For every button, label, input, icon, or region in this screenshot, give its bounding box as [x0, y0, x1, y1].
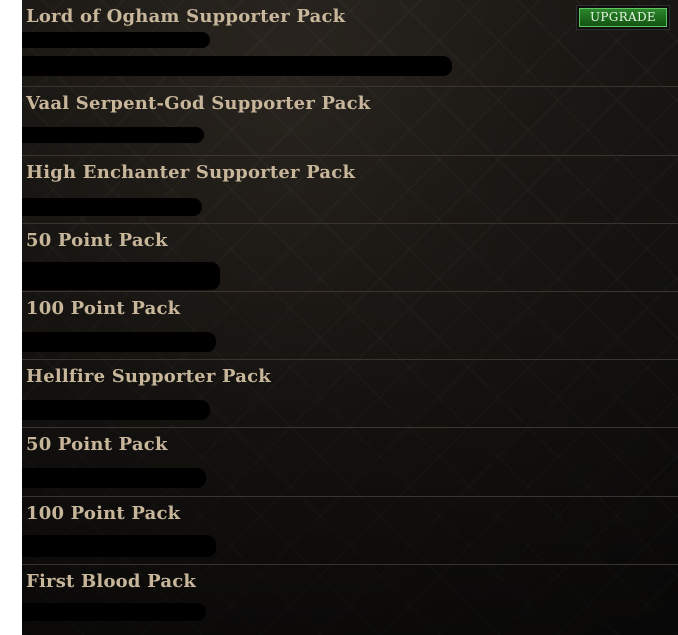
upgrade-button[interactable]: UPGRADE	[577, 6, 669, 29]
redaction-mark	[22, 603, 206, 621]
pack-title: First Blood Pack	[26, 571, 197, 592]
pack-row: 100 Point Pack	[22, 292, 678, 360]
redaction-mark	[22, 198, 202, 216]
pack-row: Lord of Ogham Supporter Pack UPGRADE	[22, 0, 678, 87]
pack-title: 100 Point Pack	[26, 503, 181, 524]
redaction-mark	[22, 127, 204, 143]
redaction-mark	[22, 535, 216, 557]
pack-title: Hellfire Supporter Pack	[26, 366, 271, 387]
redaction-mark	[22, 332, 216, 352]
pack-title: High Enchanter Supporter Pack	[26, 162, 356, 183]
purchased-packs-list: Lord of Ogham Supporter Pack UPGRADE Vaa…	[22, 0, 678, 635]
pack-row: 50 Point Pack	[22, 428, 678, 497]
redaction-mark	[22, 56, 452, 76]
pack-row: Vaal Serpent-God Supporter Pack	[22, 87, 678, 156]
pack-title: Vaal Serpent-God Supporter Pack	[26, 93, 371, 114]
pack-row: 50 Point Pack	[22, 224, 678, 292]
pack-title: 100 Point Pack	[26, 298, 181, 319]
pack-row: Hellfire Supporter Pack	[22, 360, 678, 428]
redaction-mark	[22, 262, 220, 290]
pack-title: 50 Point Pack	[26, 434, 168, 455]
pack-title: 50 Point Pack	[26, 230, 168, 251]
pack-row: First Blood Pack	[22, 565, 678, 635]
redaction-mark	[22, 468, 206, 488]
redaction-mark	[22, 32, 210, 48]
pack-row: High Enchanter Supporter Pack	[22, 156, 678, 224]
pack-title: Lord of Ogham Supporter Pack	[26, 6, 346, 27]
pack-row: 100 Point Pack	[22, 497, 678, 565]
redaction-mark	[22, 400, 210, 420]
